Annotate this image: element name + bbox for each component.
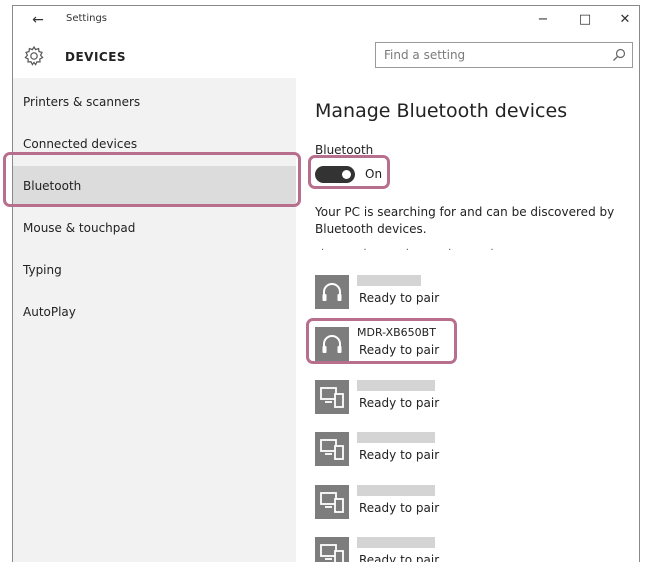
gear-icon	[23, 45, 45, 67]
window-title: Settings	[66, 13, 108, 24]
computer-phone-icon	[315, 537, 349, 562]
device-status: Ready to pair	[359, 291, 440, 305]
page-header: DEVICES	[13, 36, 639, 78]
minimize-button[interactable]: −	[528, 9, 558, 31]
device-name-redacted	[357, 380, 435, 391]
searching-dots: . . . . .	[321, 242, 512, 253]
device-name-redacted	[357, 537, 435, 548]
computer-phone-icon	[315, 485, 349, 519]
close-button[interactable]: ✕	[610, 9, 639, 31]
maximize-button[interactable]: □	[570, 9, 600, 31]
computer-phone-icon	[315, 380, 349, 414]
sidebar-item-typing[interactable]: Typing	[13, 250, 296, 290]
device-status: Ready to pair	[359, 396, 440, 410]
device-item[interactable]: Ready to pair	[315, 376, 615, 420]
bluetooth-nav-highlight	[3, 152, 301, 207]
toggle-highlight	[308, 155, 390, 189]
discovery-status-text: Your PC is searching for and can be disc…	[315, 205, 615, 236]
device-item[interactable]: Ready to pair	[315, 428, 615, 472]
device-status: Ready to pair	[359, 448, 440, 462]
device-name-redacted	[357, 275, 421, 286]
back-button[interactable]: ←	[27, 9, 49, 31]
device-item[interactable]: Ready to pair	[315, 481, 615, 525]
headphones-icon	[315, 275, 349, 309]
search-input[interactable]	[384, 47, 604, 63]
device-status: Ready to pair	[359, 553, 440, 562]
device-item[interactable]: Ready to pair	[315, 271, 615, 315]
search-box[interactable]	[375, 42, 633, 68]
sidebar: Printers & scanners Connected devices Bl…	[13, 78, 296, 562]
settings-window: ← Settings − □ ✕ DEVICES Pr	[12, 5, 640, 562]
sidebar-item-printers-scanners[interactable]: Printers & scanners	[13, 82, 296, 122]
page-title: DEVICES	[65, 50, 127, 64]
device-highlight	[306, 318, 457, 364]
sidebar-item-autoplay[interactable]: AutoPlay	[13, 292, 296, 332]
device-name-redacted	[357, 485, 435, 496]
section-heading: Manage Bluetooth devices	[315, 100, 568, 122]
title-bar: ← Settings − □ ✕	[13, 6, 639, 34]
device-status: Ready to pair	[359, 501, 440, 515]
device-item[interactable]: Ready to pair	[315, 533, 615, 562]
search-icon[interactable]	[611, 47, 627, 63]
sidebar-item-mouse-touchpad[interactable]: Mouse & touchpad	[13, 208, 296, 248]
device-name-redacted	[357, 432, 435, 443]
computer-phone-icon	[315, 432, 349, 466]
